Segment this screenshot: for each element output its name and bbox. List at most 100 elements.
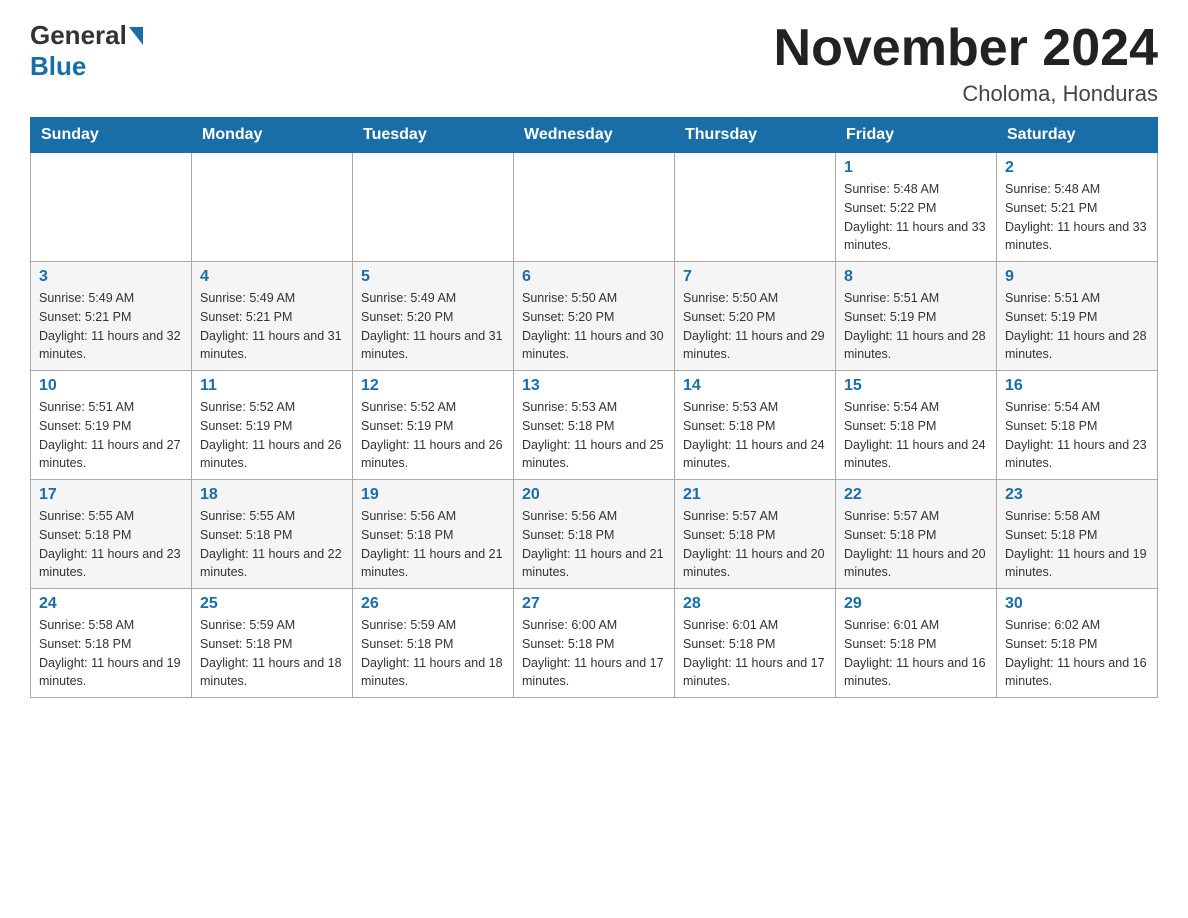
day-info: Sunrise: 6:01 AMSunset: 5:18 PMDaylight:… <box>844 616 988 691</box>
calendar-cell-w1-d2 <box>353 153 514 262</box>
calendar-cell-w1-d6: 2 Sunrise: 5:48 AMSunset: 5:21 PMDaylight… <box>997 153 1158 262</box>
calendar-body: 1 Sunrise: 5:48 AMSunset: 5:22 PMDaylight… <box>31 153 1158 698</box>
day-info: Sunrise: 5:59 AMSunset: 5:18 PMDaylight:… <box>200 616 344 691</box>
header-wednesday: Wednesday <box>514 118 675 153</box>
day-info: Sunrise: 6:00 AMSunset: 5:18 PMDaylight:… <box>522 616 666 691</box>
day-info: Sunrise: 5:49 AMSunset: 5:21 PMDaylight:… <box>200 289 344 364</box>
day-info: Sunrise: 5:56 AMSunset: 5:18 PMDaylight:… <box>522 507 666 582</box>
day-info: Sunrise: 5:57 AMSunset: 5:18 PMDaylight:… <box>844 507 988 582</box>
day-info: Sunrise: 5:48 AMSunset: 5:21 PMDaylight:… <box>1005 180 1149 255</box>
calendar-week-1: 1 Sunrise: 5:48 AMSunset: 5:22 PMDaylight… <box>31 153 1158 262</box>
calendar-week-2: 3Sunrise: 5:49 AMSunset: 5:21 PMDaylight… <box>31 262 1158 371</box>
month-title: November 2024 <box>774 20 1158 77</box>
day-info: Sunrise: 5:48 AMSunset: 5:22 PMDaylight:… <box>844 180 988 255</box>
day-number: 1 <box>844 159 988 177</box>
calendar-cell-w4-d6: 23 Sunrise: 5:58 AMSunset: 5:18 PMDayligh… <box>997 480 1158 589</box>
calendar-cell-w2-d5: 8 Sunrise: 5:51 AMSunset: 5:19 PMDaylight… <box>836 262 997 371</box>
day-number: 15 <box>844 377 988 395</box>
header-tuesday: Tuesday <box>353 118 514 153</box>
calendar-cell-w3-d6: 16Sunrise: 5:54 AMSunset: 5:18 PMDayligh… <box>997 371 1158 480</box>
calendar-cell-w3-d4: 14Sunrise: 5:53 AMSunset: 5:18 PMDayligh… <box>675 371 836 480</box>
calendar-cell-w5-d0: 24Sunrise: 5:58 AMSunset: 5:18 PMDayligh… <box>31 589 192 698</box>
day-info: Sunrise: 5:49 AMSunset: 5:20 PMDaylight:… <box>361 289 505 364</box>
day-info: Sunrise: 5:53 AMSunset: 5:18 PMDaylight:… <box>683 398 827 473</box>
day-number: 2 <box>1005 159 1149 177</box>
day-info: Sunrise: 5:51 AMSunset: 5:19 PMDaylight:… <box>39 398 183 473</box>
day-info: Sunrise: 5:50 AMSunset: 5:20 PMDaylight:… <box>522 289 666 364</box>
calendar-cell-w3-d2: 12 Sunrise: 5:52 AMSunset: 5:19 PMDayligh… <box>353 371 514 480</box>
day-number: 7 <box>683 268 827 286</box>
header-monday: Monday <box>192 118 353 153</box>
day-number: 13 <box>522 377 666 395</box>
calendar-cell-w3-d0: 10 Sunrise: 5:51 AMSunset: 5:19 PMDayligh… <box>31 371 192 480</box>
calendar-cell-w4-d1: 18 Sunrise: 5:55 AMSunset: 5:18 PMDayligh… <box>192 480 353 589</box>
calendar-cell-w4-d4: 21Sunrise: 5:57 AMSunset: 5:18 PMDayligh… <box>675 480 836 589</box>
calendar-cell-w5-d6: 30 Sunrise: 6:02 AMSunset: 5:18 PMDayligh… <box>997 589 1158 698</box>
weekday-header-row: Sunday Monday Tuesday Wednesday Thursday… <box>31 118 1158 153</box>
calendar-week-5: 24Sunrise: 5:58 AMSunset: 5:18 PMDayligh… <box>31 589 1158 698</box>
day-info: Sunrise: 5:51 AMSunset: 5:19 PMDaylight:… <box>844 289 988 364</box>
calendar-week-3: 10 Sunrise: 5:51 AMSunset: 5:19 PMDayligh… <box>31 371 1158 480</box>
header-saturday: Saturday <box>997 118 1158 153</box>
calendar-cell-w2-d1: 4 Sunrise: 5:49 AMSunset: 5:21 PMDaylight… <box>192 262 353 371</box>
day-info: Sunrise: 5:53 AMSunset: 5:18 PMDaylight:… <box>522 398 666 473</box>
day-number: 21 <box>683 486 827 504</box>
calendar-cell-w4-d3: 20 Sunrise: 5:56 AMSunset: 5:18 PMDayligh… <box>514 480 675 589</box>
day-number: 5 <box>361 268 505 286</box>
day-info: Sunrise: 6:02 AMSunset: 5:18 PMDaylight:… <box>1005 616 1149 691</box>
calendar-week-4: 17 Sunrise: 5:55 AMSunset: 5:18 PMDayligh… <box>31 480 1158 589</box>
day-info: Sunrise: 5:54 AMSunset: 5:18 PMDaylight:… <box>844 398 988 473</box>
header-sunday: Sunday <box>31 118 192 153</box>
day-number: 9 <box>1005 268 1149 286</box>
day-info: Sunrise: 5:58 AMSunset: 5:18 PMDaylight:… <box>39 616 183 691</box>
calendar-cell-w1-d4 <box>675 153 836 262</box>
day-info: Sunrise: 5:55 AMSunset: 5:18 PMDaylight:… <box>200 507 344 582</box>
day-number: 8 <box>844 268 988 286</box>
calendar-cell-w5-d3: 27Sunrise: 6:00 AMSunset: 5:18 PMDayligh… <box>514 589 675 698</box>
day-number: 25 <box>200 595 344 613</box>
day-info: Sunrise: 5:52 AMSunset: 5:19 PMDaylight:… <box>200 398 344 473</box>
day-number: 17 <box>39 486 183 504</box>
calendar-cell-w4-d5: 22 Sunrise: 5:57 AMSunset: 5:18 PMDayligh… <box>836 480 997 589</box>
day-number: 11 <box>200 377 344 395</box>
title-section: November 2024 Choloma, Honduras <box>774 20 1158 107</box>
calendar-cell-w2-d6: 9 Sunrise: 5:51 AMSunset: 5:19 PMDaylight… <box>997 262 1158 371</box>
calendar-cell-w3-d1: 11 Sunrise: 5:52 AMSunset: 5:19 PMDayligh… <box>192 371 353 480</box>
calendar-cell-w2-d2: 5 Sunrise: 5:49 AMSunset: 5:20 PMDaylight… <box>353 262 514 371</box>
calendar-cell-w3-d5: 15 Sunrise: 5:54 AMSunset: 5:18 PMDayligh… <box>836 371 997 480</box>
day-info: Sunrise: 5:51 AMSunset: 5:19 PMDaylight:… <box>1005 289 1149 364</box>
location-label: Choloma, Honduras <box>774 81 1158 107</box>
logo: General Blue <box>30 20 145 82</box>
day-info: Sunrise: 5:59 AMSunset: 5:18 PMDaylight:… <box>361 616 505 691</box>
calendar-cell-w4-d2: 19 Sunrise: 5:56 AMSunset: 5:18 PMDayligh… <box>353 480 514 589</box>
calendar-cell-w3-d3: 13 Sunrise: 5:53 AMSunset: 5:18 PMDayligh… <box>514 371 675 480</box>
day-number: 18 <box>200 486 344 504</box>
day-number: 30 <box>1005 595 1149 613</box>
day-number: 19 <box>361 486 505 504</box>
day-number: 10 <box>39 377 183 395</box>
calendar-cell-w1-d0 <box>31 153 192 262</box>
day-info: Sunrise: 5:58 AMSunset: 5:18 PMDaylight:… <box>1005 507 1149 582</box>
day-info: Sunrise: 5:49 AMSunset: 5:21 PMDaylight:… <box>39 289 183 364</box>
day-number: 23 <box>1005 486 1149 504</box>
day-info: Sunrise: 5:56 AMSunset: 5:18 PMDaylight:… <box>361 507 505 582</box>
calendar-cell-w1-d3 <box>514 153 675 262</box>
day-number: 28 <box>683 595 827 613</box>
day-number: 4 <box>200 268 344 286</box>
logo-blue-text: Blue <box>30 51 86 81</box>
header-friday: Friday <box>836 118 997 153</box>
day-number: 16 <box>1005 377 1149 395</box>
calendar-cell-w2-d0: 3Sunrise: 5:49 AMSunset: 5:21 PMDaylight… <box>31 262 192 371</box>
day-info: Sunrise: 5:52 AMSunset: 5:19 PMDaylight:… <box>361 398 505 473</box>
calendar-cell-w5-d2: 26Sunrise: 5:59 AMSunset: 5:18 PMDayligh… <box>353 589 514 698</box>
calendar-cell-w5-d5: 29Sunrise: 6:01 AMSunset: 5:18 PMDayligh… <box>836 589 997 698</box>
calendar-cell-w2-d4: 7Sunrise: 5:50 AMSunset: 5:20 PMDaylight… <box>675 262 836 371</box>
logo-triangle-icon <box>129 27 143 45</box>
day-number: 20 <box>522 486 666 504</box>
calendar-cell-w4-d0: 17 Sunrise: 5:55 AMSunset: 5:18 PMDayligh… <box>31 480 192 589</box>
logo-general-text: General <box>30 20 127 51</box>
day-number: 6 <box>522 268 666 286</box>
day-number: 12 <box>361 377 505 395</box>
day-number: 22 <box>844 486 988 504</box>
day-info: Sunrise: 5:55 AMSunset: 5:18 PMDaylight:… <box>39 507 183 582</box>
